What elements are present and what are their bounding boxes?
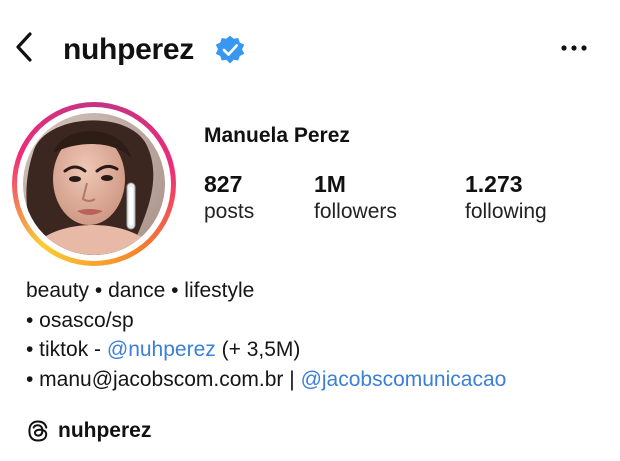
agency-mention-link[interactable]: @jacobscomunicacao xyxy=(301,368,507,391)
followers-label: followers xyxy=(314,200,397,223)
posts-label: posts xyxy=(204,200,255,223)
bio-line-location: • osasco/sp xyxy=(26,308,134,332)
following-stat[interactable]: 1.273 following xyxy=(465,170,547,226)
following-count: 1.273 xyxy=(465,171,523,197)
story-ring[interactable] xyxy=(12,102,176,266)
threads-icon xyxy=(28,420,48,442)
profile-photo xyxy=(23,113,165,255)
verified-badge-icon xyxy=(215,35,245,64)
avatar[interactable] xyxy=(23,113,165,255)
tiktok-mention-link[interactable]: @nuhperez xyxy=(107,338,216,361)
following-label: following xyxy=(465,200,547,223)
posts-count: 827 xyxy=(204,171,243,197)
followers-count: 1M xyxy=(314,171,346,197)
more-options-button[interactable] xyxy=(552,30,596,66)
posts-stat[interactable]: 827 posts xyxy=(204,170,254,226)
chevron-left-icon xyxy=(16,32,32,62)
profile-bio: beauty • dance • lifestyle • osasco/sp •… xyxy=(26,276,506,394)
more-options-icon xyxy=(561,45,587,51)
threads-link[interactable]: nuhperez xyxy=(26,416,151,446)
display-name: Manuela Perez xyxy=(204,124,350,147)
profile-username: nuhperez xyxy=(63,33,194,66)
bio-line-contact: • manu@jacobscom.com.br | @jacobscomunic… xyxy=(26,367,507,391)
back-button[interactable] xyxy=(6,26,46,66)
bio-line-tiktok: • tiktok - @nuhperez (+ 3,5M) xyxy=(26,338,301,361)
profile-header: nuhperez xyxy=(0,18,620,78)
bio-line-categories: beauty • dance • lifestyle xyxy=(26,279,255,302)
threads-handle: nuhperez xyxy=(58,419,152,442)
followers-stat[interactable]: 1M followers xyxy=(314,170,397,226)
